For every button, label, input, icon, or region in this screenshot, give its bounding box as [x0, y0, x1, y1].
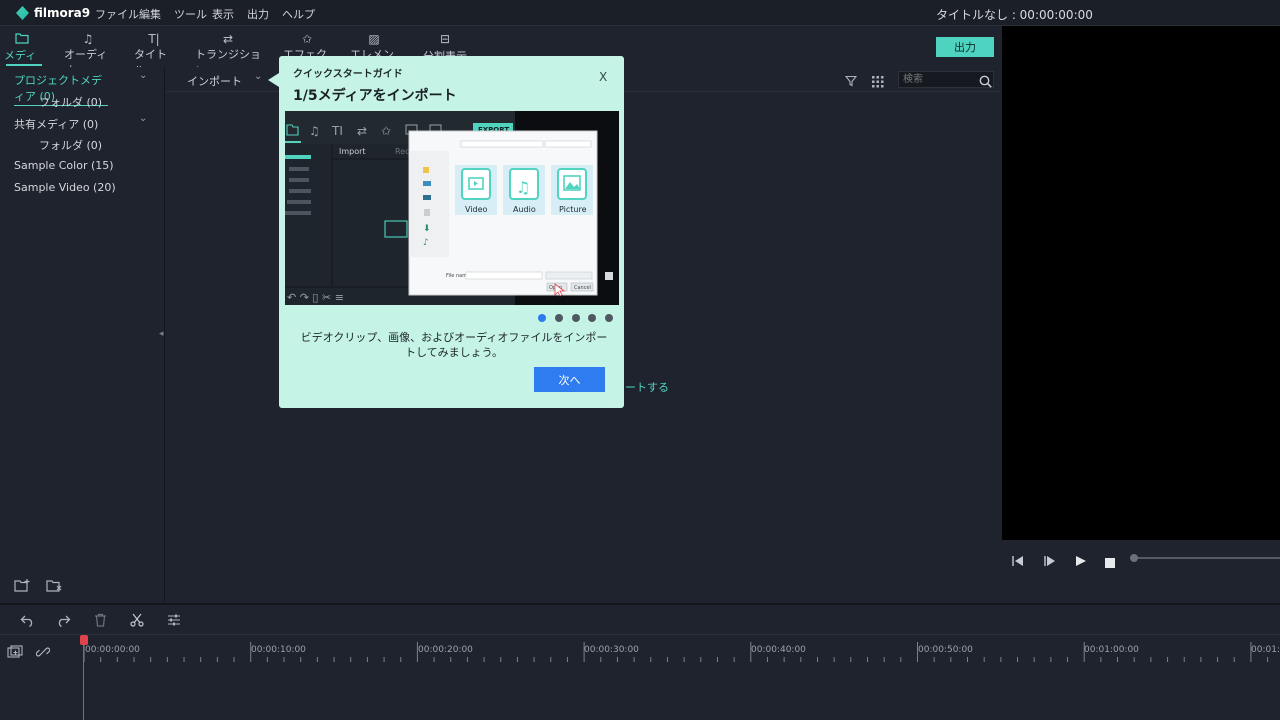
guide-tile-video: Video [465, 205, 488, 214]
preview-progress-handle[interactable] [1130, 554, 1138, 562]
timecode-label: 00:00:30:00 [584, 645, 639, 655]
transition-icon: ⇄ [222, 32, 234, 46]
menu-view[interactable]: 表示 [212, 6, 234, 22]
play-icon[interactable] [1075, 552, 1087, 571]
guide-tile-picture: Picture [559, 205, 587, 214]
timecode-label: 00:00:40:00 [751, 645, 806, 655]
svg-text:♫: ♫ [516, 178, 530, 197]
guide-recent-label: Rec [395, 147, 410, 156]
active-tab-indicator [6, 64, 42, 66]
svg-text:TI: TI [331, 124, 343, 138]
menu-help[interactable]: ヘルプ [282, 6, 315, 22]
timecode-label: 00:00:20:00 [418, 645, 473, 655]
guide-illustration: ♫ TI ⇄ ✩ EXPORT Import Rec ↶ ↷ ▯ ✂ ≡ ⬇ ♪… [285, 111, 619, 305]
import-hint-link[interactable]: ートする [625, 379, 669, 395]
library-sample-video[interactable]: Sample Video (20) [14, 181, 116, 194]
filter-icon[interactable] [844, 72, 858, 91]
effects-icon: ✩ [301, 32, 313, 46]
dialog-header: クイックスタートガイド [293, 69, 403, 80]
close-icon[interactable]: X [599, 70, 607, 84]
delete-icon[interactable] [94, 612, 107, 631]
app-logo: filmora9 [16, 4, 90, 22]
chevron-down-icon[interactable]: ⌄ [139, 113, 147, 124]
add-track-icon[interactable] [7, 644, 23, 663]
menu-export[interactable]: 出力 [247, 6, 269, 22]
library-sample-color[interactable]: Sample Color (15) [14, 159, 114, 172]
tab-titles[interactable]: T| タイトル [134, 32, 174, 77]
timeline-toolbar [0, 603, 1280, 635]
tab-media[interactable]: メディア [4, 32, 40, 78]
svg-text:♫: ♫ [309, 124, 320, 138]
delete-folder-icon[interactable] [46, 578, 64, 597]
chevron-down-icon[interactable]: ⌄ [139, 70, 147, 81]
music-icon: ♫ [82, 32, 94, 46]
menu-edit[interactable]: 編集 [139, 6, 161, 22]
folder-icon [15, 32, 29, 47]
svg-text:♪: ♪ [423, 238, 429, 248]
preview-progress-track[interactable] [1134, 557, 1280, 559]
collapse-panel-icon[interactable]: ◂ [159, 329, 164, 339]
tab-transitions[interactable]: ⇄ トランジション [195, 32, 261, 77]
timecode-label: 00:01:1 [1251, 645, 1280, 655]
timecode-label: 00:01:00:00 [1084, 645, 1139, 655]
step-dot-5[interactable] [605, 314, 613, 322]
next-button[interactable]: 次へ [534, 367, 605, 392]
scissors-icon[interactable] [130, 612, 144, 631]
library-shared-folder[interactable]: フォルダ (0) [39, 137, 102, 153]
dialog-title: 1/5メディアをインポート [293, 88, 457, 104]
svg-text:⇄: ⇄ [357, 124, 367, 138]
elements-icon: ▨ [368, 32, 380, 46]
filmora-logo-icon [16, 6, 29, 20]
step-dot-4[interactable] [588, 314, 596, 322]
tab-audio[interactable]: ♫ オーディオ [64, 32, 112, 77]
dialog-pointer [268, 73, 279, 87]
search-icon[interactable] [979, 73, 992, 92]
playhead-handle[interactable] [80, 635, 88, 645]
split-screen-icon: ⊟ [439, 32, 451, 46]
preview-controls [1002, 540, 1280, 602]
library-shared-media[interactable]: 共有メディア (0) [14, 116, 98, 132]
undo-icon[interactable] [20, 612, 35, 631]
menu-file[interactable]: ファイル [95, 6, 139, 22]
chevron-down-icon[interactable]: ⌄ [254, 71, 262, 82]
stop-icon[interactable] [1105, 553, 1115, 572]
new-folder-icon[interactable] [14, 578, 32, 597]
library-project-folder[interactable]: フォルダ (0) [39, 94, 102, 110]
adjust-icon[interactable] [167, 612, 181, 631]
timecode-label: 00:00:00:00 [85, 645, 140, 655]
previous-frame-icon[interactable] [1012, 552, 1025, 571]
preview-window [1002, 26, 1280, 540]
menu-tools[interactable]: ツール [174, 6, 207, 22]
next-frame-icon[interactable] [1043, 552, 1056, 571]
svg-text:↶ ↷ ▯ ✂ ≡: ↶ ↷ ▯ ✂ ≡ [287, 291, 344, 304]
link-icon[interactable] [35, 644, 51, 663]
app-brand: filmora9 [34, 6, 91, 20]
grid-view-icon[interactable] [872, 73, 884, 92]
step-dot-3[interactable] [572, 314, 580, 322]
window-title: タイトルなし : 00:00:00:00 [936, 8, 1093, 22]
timecode-label: 00:00:10:00 [251, 645, 306, 655]
step-dot-1[interactable] [538, 314, 546, 322]
svg-text:⬇: ⬇ [423, 224, 431, 234]
svg-text:✩: ✩ [381, 124, 391, 138]
guide-cancel-label: Cancel [574, 285, 591, 291]
import-dropdown[interactable]: インポート [187, 73, 242, 89]
timecode-label: 00:00:50:00 [918, 645, 973, 655]
step-dot-2[interactable] [555, 314, 563, 322]
guide-tile-audio: Audio [513, 205, 536, 214]
export-button[interactable]: 出力 [936, 37, 994, 57]
title-icon: T| [148, 32, 160, 46]
dialog-description: ビデオクリップ、画像、およびオーディオファイルをインポートしてみましょう。 [300, 331, 608, 359]
guide-import-label: Import [339, 147, 366, 156]
playhead-line[interactable] [83, 636, 84, 720]
redo-icon[interactable] [56, 612, 71, 631]
